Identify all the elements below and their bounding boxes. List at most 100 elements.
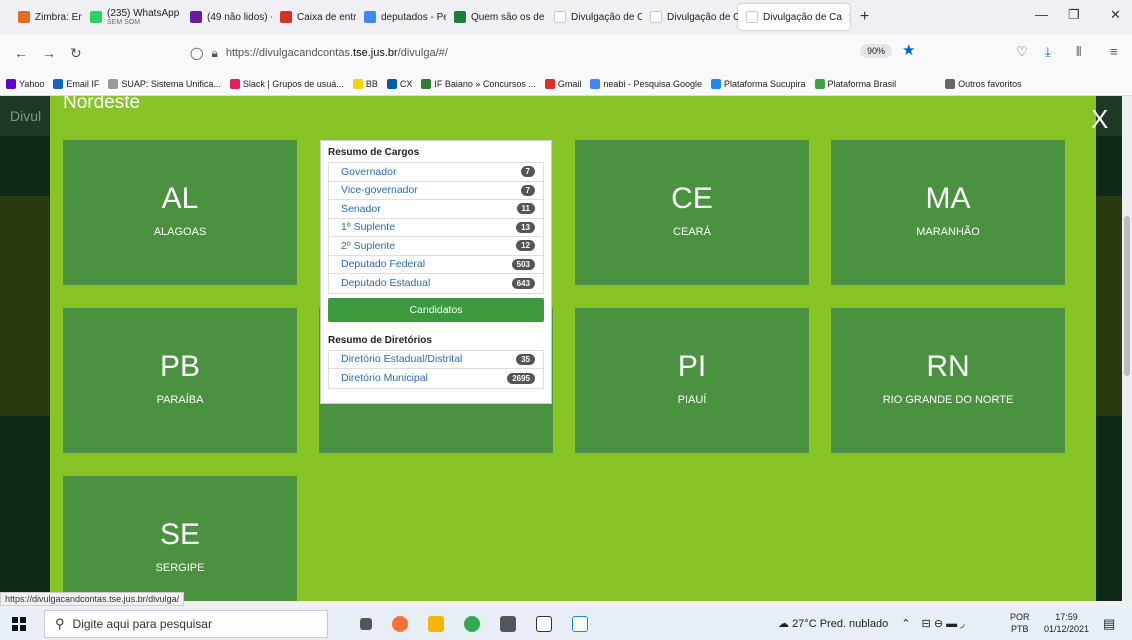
bookmark-item[interactable]: Plataforma Sucupira [711, 78, 806, 89]
pocket-icon[interactable]: ♡ [1016, 44, 1028, 60]
browser-tab[interactable]: Divulgação de Ca ✕ [738, 4, 850, 30]
new-tab-button[interactable]: + [860, 8, 869, 26]
firefox-icon[interactable] [392, 616, 408, 632]
tab-favicon-icon [364, 11, 376, 23]
system-tray: ☁ 27°C Pred. nublado ⌃ ⊟ ⊖ ▬ ◞ [778, 617, 964, 630]
tab-label: deputados - Pes [381, 11, 446, 23]
candidatos-button[interactable]: Candidatos [328, 297, 544, 322]
bookmark-favicon-icon [108, 78, 119, 89]
tab-label: Divulgação de Cand [571, 11, 642, 23]
browser-tab[interactable]: (235) WhatsApp SEM SOM [82, 4, 182, 30]
bookmark-item[interactable]: IF Baiano » Concursos ... [421, 78, 536, 89]
tab-label-wrap: Quem são os de [471, 12, 544, 23]
download-icon[interactable]: ⤓ [1045, 44, 1051, 60]
state-tile-pb[interactable]: PB PARAÍBA [63, 308, 297, 453]
status-url: https://divulgacandcontas.tse.jus.br/div… [0, 592, 185, 606]
weather-icon[interactable]: ☁ [778, 618, 789, 630]
bookmark-star-icon[interactable]: ★ [902, 41, 915, 59]
browser-tab[interactable]: (49 não lidos) - [182, 4, 272, 30]
tab-favicon-icon [650, 11, 662, 23]
windows-start-icon[interactable] [12, 617, 26, 631]
bookmark-item[interactable]: Outros favoritos [945, 78, 1022, 89]
clock[interactable]: 17:59 01/12/2021 [1044, 611, 1089, 635]
minimize-icon[interactable]: — [1035, 7, 1048, 22]
forward-icon[interactable]: → [42, 45, 56, 61]
taskbar-search[interactable]: ⚲ Digite aqui para pesquisar [44, 610, 328, 638]
lang-primary: POR [1010, 612, 1030, 622]
bookmark-item[interactable]: Gmail [544, 78, 581, 89]
calculator-icon[interactable] [500, 616, 516, 632]
page-logo-text: Divul [10, 108, 42, 124]
bookmark-item[interactable]: CX [386, 78, 412, 89]
state-tile-al[interactable]: AL ALAGOAS [63, 140, 297, 285]
search-icon: ⚲ [55, 616, 65, 631]
count-badge: 7 [520, 166, 535, 178]
bookmark-item[interactable]: Slack | Grupos de usuá... [229, 78, 344, 89]
summary-row[interactable]: Governador 7 [329, 163, 543, 182]
bookmark-label: BB [365, 78, 378, 89]
tab-bar: Zimbra: Entrada (235) WhatsAppSEM SOM (49 … [0, 0, 1132, 34]
state-tile-rn[interactable]: RN RIO GRANDE DO NORTE [831, 308, 1065, 453]
bookmark-item[interactable]: Yahoo [6, 78, 44, 89]
bookmark-item[interactable]: neabi - Pesquisa Google [590, 78, 702, 89]
browser-tab[interactable]: Zimbra: Entrada [10, 4, 82, 30]
browser-tab[interactable]: Quem são os de [446, 4, 546, 30]
bookmark-label: IF Baiano » Concursos ... [434, 78, 536, 89]
state-tile-ma[interactable]: MA MARANHÃO [831, 140, 1065, 285]
url-bar[interactable]: ◯ 🔒︎ https://divulgacandcontas.tse.jus.b… [190, 40, 930, 66]
summary-row[interactable]: Senador 11 [329, 200, 543, 219]
notepad-icon[interactable] [536, 616, 552, 632]
bookmark-favicon-icon [386, 78, 397, 89]
count-badge: 35 [516, 353, 535, 365]
browser-tab[interactable]: Divulgação de Cand [546, 4, 642, 30]
state-tile-ce[interactable]: CE CEARÁ [575, 140, 809, 285]
bookmark-favicon-icon [421, 78, 432, 89]
chrome-icon[interactable] [464, 616, 480, 632]
library-icon[interactable]: ⫴ [1076, 44, 1081, 60]
tray-icons[interactable]: ⊟ ⊖ ▬ ◞ [922, 618, 965, 630]
browser-tab[interactable]: deputados - Pes [356, 4, 446, 30]
reload-icon[interactable]: ↻ [70, 45, 82, 62]
tab-close-icon[interactable]: ✕ [848, 11, 850, 24]
browser-tab[interactable]: Divulgação de Cand [642, 4, 738, 30]
summary-row[interactable]: Diretório Estadual/Distrital 35 [329, 351, 543, 369]
language-indicator[interactable]: POR PTB [1010, 611, 1030, 635]
scrollbar-thumb[interactable] [1124, 216, 1130, 376]
bookmark-label: Email IF [66, 78, 100, 89]
back-icon[interactable]: ← [14, 45, 28, 61]
shield-icon[interactable]: ◯ [190, 46, 203, 60]
state-tile-se[interactable]: SE SERGIPE [63, 476, 297, 601]
tab-label: (235) WhatsApp [107, 7, 180, 19]
summary-row[interactable]: 1º Suplente 13 [329, 219, 543, 237]
weather-text[interactable]: 27°C Pred. nublado [792, 618, 888, 630]
summary-row[interactable]: Deputado Estadual 643 [329, 274, 543, 293]
summary-row[interactable]: Vice-governador 7 [329, 182, 543, 200]
count-badge: 2695 [507, 372, 535, 384]
bookmark-label: neabi - Pesquisa Google [603, 78, 702, 89]
summary-row[interactable]: 2º Suplente 12 [329, 237, 543, 256]
bookmark-item[interactable]: Email IF [53, 78, 100, 89]
browser-tab[interactable]: Caixa de entrad [272, 4, 356, 30]
state-tile-pi[interactable]: PI PIAUÍ [575, 308, 809, 453]
summary-row[interactable]: Diretório Municipal 2695 [329, 369, 543, 388]
tray-arrow-icon[interactable]: ⌃ [901, 618, 910, 630]
bookmark-item[interactable]: SUAP: Sistema Unifica... [108, 78, 221, 89]
modal-close-button[interactable]: X [1091, 104, 1108, 135]
restore-icon[interactable]: ❐ [1068, 7, 1080, 23]
summary-row[interactable]: Deputado Federal 503 [329, 256, 543, 274]
bookmark-favicon-icon [711, 78, 721, 89]
lock-icon[interactable]: 🔒︎ [211, 46, 217, 61]
page-scrollbar[interactable] [1122, 96, 1132, 601]
bookmark-item[interactable]: BB [352, 78, 378, 89]
bookmark-item[interactable]: Plataforma Brasil [814, 78, 896, 89]
state-abbr: AL [161, 182, 199, 215]
tab-label-wrap: Divulgação de Cand [667, 12, 738, 23]
file-explorer-icon[interactable] [428, 616, 444, 632]
task-view-icon[interactable] [360, 618, 372, 630]
zoom-indicator[interactable]: 90% [860, 44, 893, 58]
menu-icon[interactable]: ≡ [1110, 44, 1118, 59]
close-window-icon[interactable]: ✕ [1110, 7, 1121, 23]
document-icon[interactable] [572, 616, 588, 632]
notification-icon[interactable]: ▤ [1103, 616, 1115, 632]
state-name: PIAUÍ [677, 394, 707, 406]
